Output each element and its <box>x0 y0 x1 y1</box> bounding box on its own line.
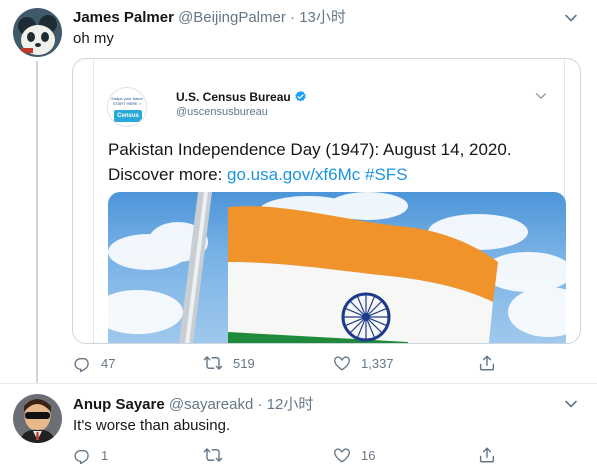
reply-button[interactable]: 47 <box>73 353 115 373</box>
heart-icon <box>333 354 351 372</box>
reply-count: 47 <box>101 355 116 371</box>
census-body-hashtag: #SFS <box>365 165 408 184</box>
tweet-menu-chevron-down-icon[interactable] <box>563 396 579 412</box>
reply-button[interactable]: 1 <box>73 445 108 465</box>
tweet-header: James Palmer @BeijingPalmer · 13小时 <box>73 8 557 28</box>
tweet-header: Anup Sayare @sayareakd · 12小时 <box>73 395 557 415</box>
timestamp[interactable]: 13小时 <box>299 9 346 26</box>
attached-image-card[interactable]: Shape your future START HERE > Census 20… <box>72 58 581 344</box>
avatar-anup-sayare[interactable] <box>13 394 62 443</box>
tweet-text: oh my <box>73 30 114 47</box>
census-tweet-screenshot: Shape your future START HERE > Census 20… <box>93 58 566 343</box>
separator-dot: · <box>257 396 263 413</box>
author-handle[interactable]: @BeijingPalmer <box>178 9 286 26</box>
tweet-action-bar: 1 16 <box>73 445 533 465</box>
share-icon <box>478 446 496 464</box>
tweet-anup-sayare[interactable]: Anup Sayare @sayareakd · 12小时 It's worse… <box>0 383 597 472</box>
reply-count: 1 <box>101 447 109 463</box>
share-button[interactable] <box>478 445 496 465</box>
census-logo-avatar: Shape your future START HERE > Census 20… <box>107 87 147 127</box>
heart-icon <box>333 446 351 464</box>
retweet-button[interactable] <box>203 445 223 465</box>
tweet-menu-chevron-down-icon[interactable] <box>563 10 579 26</box>
census-body-link: go.usa.gov/xf6Mc <box>227 165 361 184</box>
like-button[interactable]: 1,337 <box>333 353 394 373</box>
author-name[interactable]: Anup Sayare <box>73 396 165 413</box>
author-name[interactable]: James Palmer <box>73 9 174 26</box>
retweet-icon <box>203 354 223 372</box>
retweet-icon <box>203 446 223 464</box>
like-button[interactable]: 16 <box>333 445 375 465</box>
avatar-james-palmer[interactable] <box>13 8 62 57</box>
census-chevron-down-icon <box>534 89 548 108</box>
indian-flag-photo <box>108 192 566 343</box>
timestamp[interactable]: 12小时 <box>267 396 314 413</box>
separator-dot: · <box>290 9 296 26</box>
census-account-name: U.S. Census Bureau <box>176 90 291 104</box>
like-count: 1,337 <box>361 355 394 371</box>
census-account-handle: @uscensusbureau <box>176 106 268 118</box>
census-logo-badge: Census 2020 <box>114 110 142 126</box>
share-button[interactable] <box>478 353 496 373</box>
retweet-count: 519 <box>233 355 255 371</box>
tweet-text: It's worse than abusing. <box>73 417 231 434</box>
reply-icon <box>73 354 91 372</box>
census-tweet-body: Pakistan Independence Day (1947): August… <box>108 137 548 187</box>
tweet-action-bar: 47 519 1,337 <box>73 353 533 373</box>
author-handle[interactable]: @sayareakd <box>169 396 253 413</box>
verified-badge-icon <box>294 90 307 106</box>
share-icon <box>478 354 496 372</box>
tweet-james-palmer[interactable]: James Palmer @BeijingPalmer · 13小时 oh my… <box>0 0 597 383</box>
cropped-text-fragment <box>156 58 196 59</box>
reply-icon <box>73 446 91 464</box>
census-account-name-row: U.S. Census Bureau <box>176 90 307 106</box>
retweet-button[interactable]: 519 <box>203 353 255 373</box>
like-count: 16 <box>361 447 376 463</box>
census-logo-tagline: Shape your future START HERE > <box>111 96 143 106</box>
thread-connector-line <box>36 61 38 383</box>
